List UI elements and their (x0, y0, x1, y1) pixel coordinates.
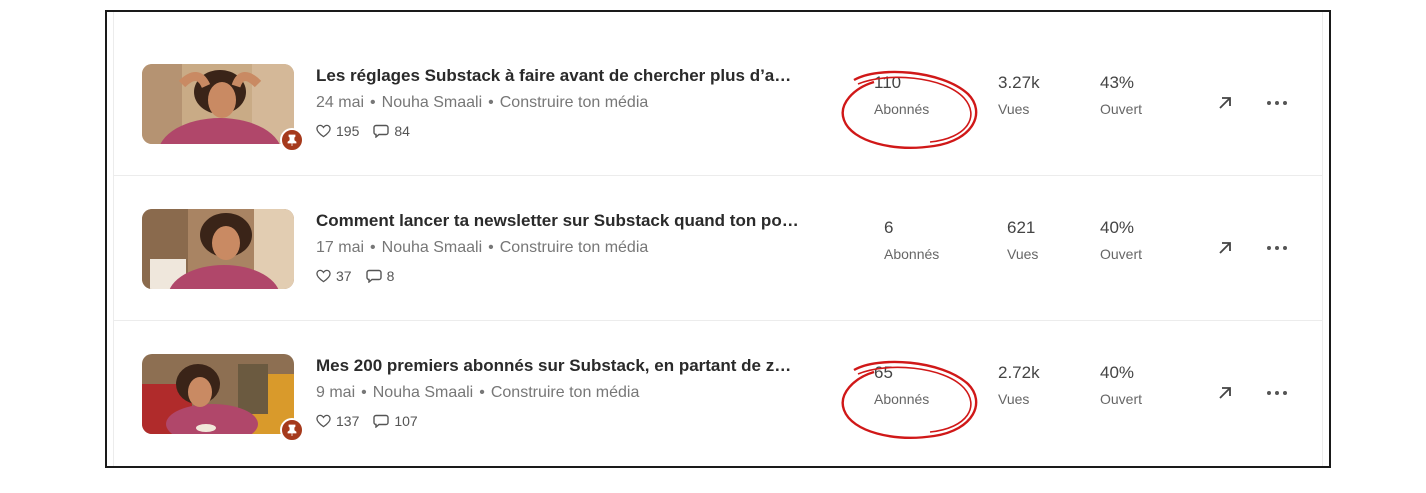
post-row[interactable]: Comment lancer ta newsletter sur Substac… (114, 175, 1322, 321)
comments-count: 107 (394, 413, 418, 429)
open-rate-value: 43% (1100, 73, 1135, 92)
separator: • (361, 384, 367, 401)
post-author[interactable]: Nouha Smaali (373, 384, 474, 401)
subscribers-label: Abonnés (874, 101, 930, 117)
arrow-up-right-icon (1219, 242, 1231, 254)
heart-icon (316, 269, 331, 283)
likes-count: 137 (336, 413, 360, 429)
open-rate-stat: 40% Ouvert (1100, 218, 1142, 262)
likes-count: 195 (336, 123, 360, 139)
post-author[interactable]: Nouha Smaali (382, 239, 483, 256)
post-author[interactable]: Nouha Smaali (382, 94, 483, 111)
more-dots-icon (1267, 246, 1287, 250)
post-thumbnail[interactable] (142, 209, 294, 289)
comments-count: 84 (394, 123, 410, 139)
post-date: 24 mai (316, 94, 365, 111)
comments-count-group: 107 (373, 413, 418, 429)
post-row[interactable]: Les réglages Substack à faire avant de c… (114, 30, 1322, 176)
comments-count-group: 84 (373, 123, 410, 139)
more-options-button[interactable] (1262, 380, 1292, 406)
views-stat: 3.27k Vues (998, 73, 1040, 117)
open-rate-stat: 40% Ouvert (1100, 363, 1142, 407)
heart-icon (316, 124, 331, 138)
subscribers-stat: 110 Abonnés (874, 73, 929, 117)
post-section[interactable]: Construire ton média (500, 239, 649, 256)
comments-count: 8 (386, 268, 395, 284)
post-title[interactable]: Les réglages Substack à faire avant de c… (316, 66, 846, 86)
subscribers-stat: 65 Abonnés (874, 363, 929, 407)
post-meta: 17 mai • Nouha Smaali • Construire ton média (316, 239, 648, 257)
open-rate-label: Ouvert (1100, 391, 1143, 407)
comments-count-group: 8 (365, 268, 395, 284)
subscribers-label: Abonnés (874, 391, 930, 407)
open-post-button[interactable] (1212, 90, 1238, 116)
separator: • (488, 239, 494, 256)
comment-bubble-icon (373, 124, 390, 138)
subscribers-value: 65 (874, 363, 893, 382)
post-date: 9 mai (316, 384, 356, 401)
open-rate-label: Ouvert (1100, 101, 1143, 117)
more-options-button[interactable] (1262, 90, 1292, 116)
views-label: Vues (1007, 246, 1039, 262)
post-meta: 24 mai • Nouha Smaali • Construire ton média (316, 94, 648, 112)
pin-icon (280, 128, 304, 152)
more-dots-icon (1267, 391, 1287, 395)
comment-bubble-icon (373, 414, 390, 428)
separator: • (488, 94, 494, 111)
more-options-button[interactable] (1262, 235, 1292, 261)
post-row[interactable]: Mes 200 premiers abonnés sur Substack, e… (114, 320, 1322, 465)
posts-list: Les réglages Substack à faire avant de c… (113, 12, 1323, 466)
post-thumbnail[interactable] (142, 64, 294, 144)
subscribers-value: 110 (874, 73, 902, 92)
post-section[interactable]: Construire ton média (500, 94, 649, 111)
open-rate-value: 40% (1100, 363, 1135, 382)
likes-count-group: 137 (316, 413, 359, 429)
likes-count: 37 (336, 268, 352, 284)
open-post-button[interactable] (1212, 235, 1238, 261)
views-stat: 621 Vues (1007, 218, 1038, 262)
arrow-up-right-icon (1219, 97, 1231, 109)
views-value: 3.27k (998, 73, 1040, 92)
views-label: Vues (998, 391, 1030, 407)
subscribers-label: Abonnés (884, 246, 940, 262)
views-value: 621 (1007, 218, 1036, 237)
post-engagement: 37 8 (316, 268, 408, 284)
post-section[interactable]: Construire ton média (491, 384, 640, 401)
arrow-up-right-icon (1219, 387, 1231, 399)
open-rate-stat: 43% Ouvert (1100, 73, 1142, 117)
post-date: 17 mai (316, 239, 365, 256)
subscribers-value: 6 (884, 218, 894, 237)
post-meta: 9 mai • Nouha Smaali • Construire ton média (316, 384, 639, 402)
separator: • (370, 239, 376, 256)
heart-icon (316, 414, 331, 428)
post-engagement: 195 84 (316, 123, 424, 139)
subscribers-stat: 6 Abonnés (884, 218, 939, 262)
likes-count-group: 195 (316, 123, 359, 139)
views-label: Vues (998, 101, 1030, 117)
comment-bubble-icon (365, 269, 382, 283)
open-post-button[interactable] (1212, 380, 1238, 406)
views-stat: 2.72k Vues (998, 363, 1040, 407)
views-value: 2.72k (998, 363, 1040, 382)
posts-table-frame: Les réglages Substack à faire avant de c… (105, 10, 1331, 468)
separator: • (370, 94, 376, 111)
likes-count-group: 37 (316, 268, 352, 284)
post-engagement: 137 107 (316, 413, 432, 429)
post-title[interactable]: Comment lancer ta newsletter sur Substac… (316, 211, 846, 231)
more-dots-icon (1267, 101, 1287, 105)
open-rate-value: 40% (1100, 218, 1135, 237)
separator: • (479, 384, 485, 401)
open-rate-label: Ouvert (1100, 246, 1143, 262)
post-thumbnail[interactable] (142, 354, 294, 434)
pin-icon (280, 418, 304, 442)
post-title[interactable]: Mes 200 premiers abonnés sur Substack, e… (316, 356, 846, 376)
